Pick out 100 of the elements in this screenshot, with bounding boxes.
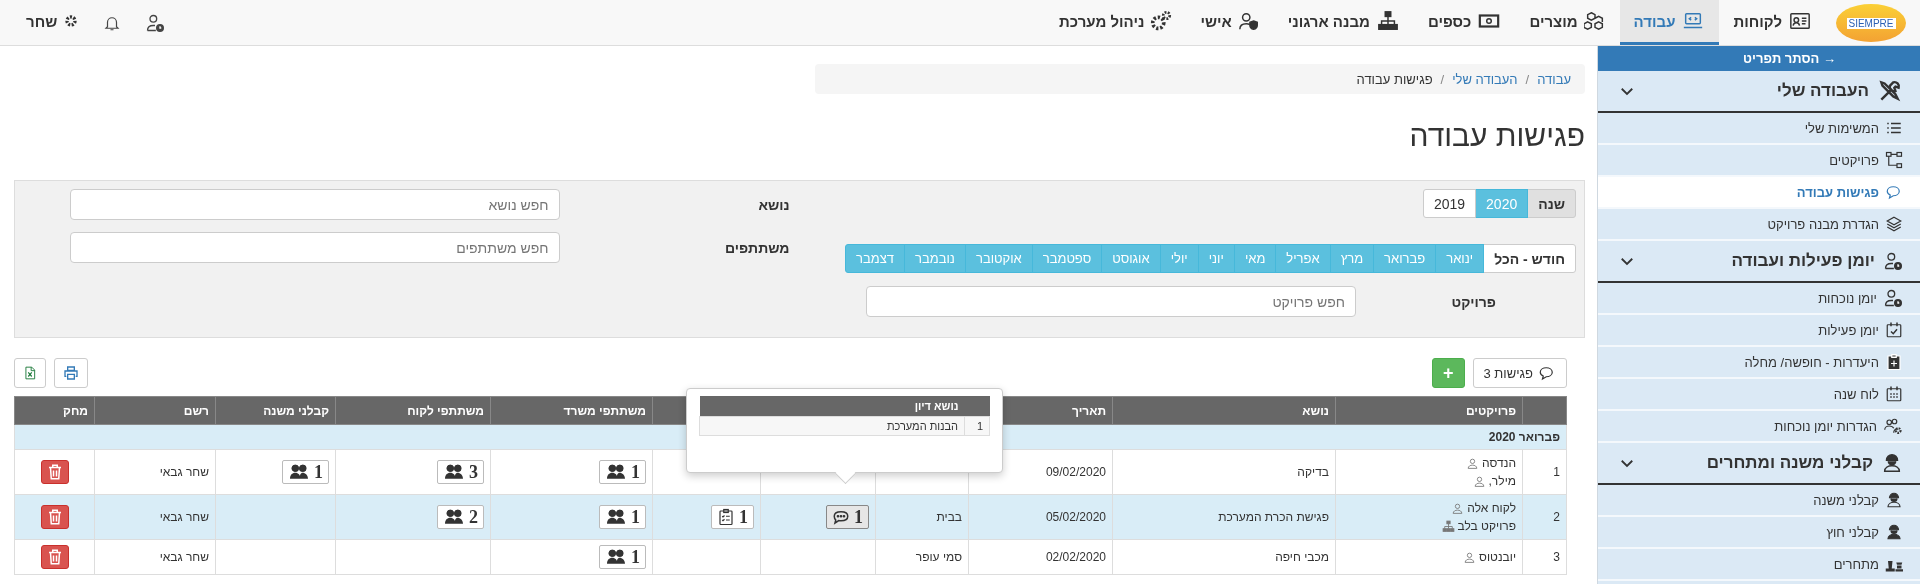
nav-tab[interactable]: אישי [1186,0,1274,45]
worker-icon [1885,491,1903,509]
meetings-count-button[interactable]: פגישות 3 [1472,358,1567,388]
sidebar-section-header[interactable]: יומן פעילות ועבודה [1598,241,1920,283]
nav-tab[interactable]: ניהול מערכת [1045,0,1187,45]
person-icon [1463,550,1477,564]
excel-export-button[interactable] [14,358,46,388]
person-icon [1451,501,1465,515]
user-clock-icon [145,12,166,33]
people-icon [605,463,627,481]
cubes-icon [1583,10,1606,32]
sidebar-item[interactable]: לוח שנה [1598,379,1920,411]
people-icon [288,463,310,481]
nav-tab[interactable]: עבודה [1619,0,1720,45]
table-cell: פגישת הכרת המערכת [1112,494,1336,540]
project-link[interactable]: יובנטוס [1479,548,1516,566]
project-link[interactable]: הנדסה [1482,454,1516,472]
row-number-cell: 1 [964,416,990,436]
sidebar-section-header[interactable]: העבודה שלי [1598,71,1920,113]
sidebar-item[interactable]: פגישות עבודה [1598,177,1920,209]
user-clock-icon [1883,251,1903,271]
sidebar-item[interactable]: יומן פעילות [1598,315,1920,347]
people-icon [443,463,465,481]
sidebar-item[interactable]: יומן נוכחות [1598,283,1920,315]
year-button[interactable]: 2019 [1422,189,1477,218]
nav-tab[interactable]: לקוחות [1719,0,1826,45]
topics-button[interactable]: 1 [826,505,869,529]
column-header: פרויקטים [1335,396,1523,425]
sidebar-section-header[interactable]: קבלני משנה ומתחרים [1598,443,1920,485]
person-icon [1472,474,1486,488]
table-cell: בבית [875,494,969,540]
delete-button[interactable] [40,505,69,529]
tasks-button[interactable]: 1 [711,505,754,529]
calendar-check-icon [1885,321,1903,339]
chat-icon [832,508,850,526]
column-header: רשם [94,396,216,425]
table-cell: 05/02/2020 [968,494,1113,540]
people-icon [605,548,627,566]
breadcrumb-link[interactable]: העבודה שלי [1452,71,1518,87]
column-header: מחק [14,396,95,425]
hierarchy-icon [1441,519,1455,533]
project-link[interactable]: פרויקט בלב [1457,517,1516,535]
print-button[interactable] [54,358,88,388]
column-header: משתתפי לקוח [335,396,491,425]
column-header: קבלני משנה [215,396,336,425]
month-label: חודש - הכל [1483,244,1576,273]
section-title: העבודה שלי [1776,81,1869,101]
project-search-field[interactable]: חפש פרויקט [866,286,1356,317]
row-number-cell: 2 [1522,494,1567,540]
row-number-cell: 3 [1522,539,1567,575]
logo[interactable]: SIEMPRE [1836,4,1906,42]
contact-card-icon [1788,10,1812,32]
participants-search-field[interactable]: חפש משתתפים [69,232,560,263]
column-header: משתתפי משרד [490,396,653,425]
field-label: נושא [757,196,790,213]
layers-icon [1885,215,1903,233]
nav-tab[interactable]: כספים [1413,0,1516,45]
office-participants-button[interactable]: 1 [599,505,646,529]
hide-menu-button[interactable]: → הסתר תפריט [1598,46,1920,71]
table-cell: בדיקה [1112,449,1336,495]
clipboard-list-icon [717,507,735,527]
sidebar-item[interactable]: קבלני חוץ [1598,517,1920,549]
delete-button[interactable] [40,545,69,569]
breadcrumb-separator: / [1525,71,1530,87]
subject-search-field[interactable]: חפש נושא [69,189,560,220]
table-cell: שחר גבאי [94,449,216,495]
office-participants-button[interactable]: 1 [599,545,646,569]
office-participants-button[interactable]: 1 [599,460,646,484]
subcontractors-button[interactable]: 1 [282,460,329,484]
column-header: נושא [1112,396,1336,425]
user-menu[interactable]: שחר [14,0,92,45]
sidebar-item[interactable]: קבלני משנה [1598,485,1920,517]
worker-icon [1885,523,1903,541]
excel-file-icon [23,365,37,381]
client-participants-button[interactable]: 2 [437,505,484,529]
client-participants-button[interactable]: 3 [437,460,484,484]
sidebar-item[interactable]: היעדרות - חופשה/ מחלה [1598,347,1920,379]
sidebar-item[interactable]: המשימות שלי [1598,113,1920,145]
user-shield-icon [1237,10,1260,32]
table-cell: הבנות המערכת [699,416,965,436]
project-link[interactable]: לקוח אלה [1467,499,1516,517]
breadcrumb-current[interactable]: פגישות עבודה [1356,71,1433,87]
calendar-icon [1885,385,1903,403]
section-title: יומן פעילות ועבודה [1731,251,1875,271]
sidebar-item[interactable]: הגדרות יומן נוכחות [1598,411,1920,443]
project-link[interactable]: מילר, [1488,472,1516,490]
chat-icon [1538,364,1556,382]
breadcrumb-separator: / [1440,71,1445,87]
print-icon [63,365,79,381]
delete-button[interactable] [40,460,69,484]
table-cell: מכבי חיפה [1112,539,1336,575]
nodes-icon [1885,151,1903,169]
people-icon [605,508,627,526]
people-icon [443,508,465,526]
table-cell: שחר גבאי [94,494,216,540]
nav-tab[interactable]: מבנה ארגוני [1273,0,1414,45]
breadcrumb-link[interactable]: עבודה [1537,71,1571,87]
sidebar-item[interactable]: מתחרים [1598,549,1920,581]
nav-tab[interactable]: מוצרים [1515,0,1620,45]
sidebar-item[interactable]: הגדרת מבנה פרויקט [1598,209,1920,241]
